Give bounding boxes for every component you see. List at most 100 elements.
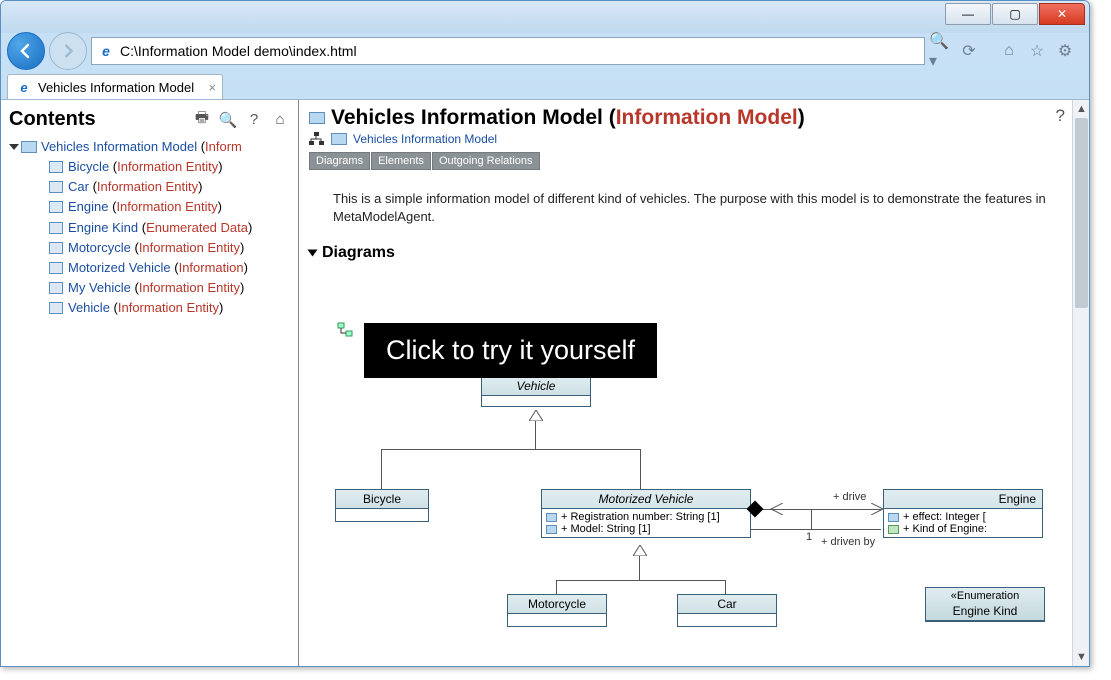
uml-enum-engine-kind[interactable]: «Enumeration Engine Kind (925, 587, 1045, 622)
folder-icon (309, 112, 325, 124)
address-bar[interactable]: e C:\Information Model demo\index.html (91, 37, 925, 65)
maximize-button[interactable]: ▢ (992, 3, 1038, 25)
close-button[interactable]: ✕ (1039, 3, 1085, 25)
tree-item[interactable]: Vehicle (Information Entity) (49, 298, 294, 318)
tree-item-type: Information Entity (116, 199, 217, 214)
page-title-type: Information Model (616, 106, 798, 129)
tree-item[interactable]: My Vehicle (Information Entity) (49, 278, 294, 298)
scroll-thumb[interactable] (1075, 118, 1088, 308)
entity-icon (49, 181, 63, 193)
tree-item-type: Enumerated Data (146, 220, 248, 235)
try-it-overlay[interactable]: Click to try it yourself (364, 323, 657, 378)
attribute-icon (546, 513, 557, 522)
uml-class-engine[interactable]: Engine + effect: Integer [ + Kind of Eng… (883, 489, 1043, 538)
minimize-button[interactable]: — (945, 3, 991, 25)
tree-root[interactable]: Vehicles Information Model (Inform (11, 137, 294, 157)
uml-class-bicycle[interactable]: Bicycle (335, 489, 429, 522)
entity-icon (49, 282, 63, 294)
entity-icon (49, 222, 63, 234)
tree-item-type: Information Entity (117, 159, 218, 174)
tree-item-name: Car (68, 179, 89, 194)
help-icon[interactable]: ? (244, 110, 264, 130)
entity-icon (49, 262, 63, 274)
sidebar: Contents 🖶 🔍 ? ⌂ Vehicles Information Mo… (1, 100, 299, 666)
expand-icon[interactable] (9, 144, 19, 150)
tree-item[interactable]: Engine (Information Entity) (49, 197, 294, 217)
tree-item-name: Bicycle (68, 159, 109, 174)
arrow-icon (769, 503, 783, 515)
uml-class-motorized-vehicle[interactable]: Motorized Vehicle + Registration number:… (541, 489, 751, 538)
sidebar-header: Contents 🖶 🔍 ? ⌂ (5, 106, 294, 137)
tree-root-label: Vehicles Information Model (41, 139, 197, 154)
attribute-icon (888, 525, 899, 534)
tab-vehicles-model[interactable]: e Vehicles Information Model × (7, 74, 223, 99)
tree-item[interactable]: Car (Information Entity) (49, 177, 294, 197)
tree-item-name: Engine (68, 199, 108, 214)
tree-item[interactable]: Motorized Vehicle (Information) (49, 258, 294, 278)
attribute-icon (546, 525, 557, 534)
tree-item-name: Engine Kind (68, 220, 138, 235)
back-button[interactable] (7, 32, 45, 70)
entity-icon (49, 242, 63, 254)
titlebar: — ▢ ✕ (1, 1, 1089, 33)
refresh-icon[interactable]: ⟳ (957, 39, 981, 63)
ie-icon: e (98, 43, 114, 59)
tree-item-name: Motorized Vehicle (68, 260, 171, 275)
home-icon[interactable]: ⌂ (997, 39, 1021, 63)
entity-icon (49, 302, 63, 314)
assoc-label-drives: + drive (833, 491, 866, 503)
tree-item-type: Information Entity (118, 300, 219, 315)
tree-item[interactable]: Bicycle (Information Entity) (49, 157, 294, 177)
gear-icon[interactable]: ⚙ (1053, 39, 1077, 63)
search-icon[interactable]: 🔍▾ (929, 39, 953, 63)
section-diagrams-button[interactable]: Diagrams (309, 152, 370, 170)
diagram-thumb-icon[interactable] (337, 322, 353, 338)
assoc-label-drivenby: + driven by (821, 536, 875, 548)
arrow-left-icon (17, 42, 35, 60)
diagrams-heading[interactable]: Diagrams (309, 244, 1075, 262)
tree-item[interactable]: Motorcycle (Information Entity) (49, 238, 294, 258)
entity-icon (49, 161, 63, 173)
generalization-icon (529, 410, 543, 421)
page-title: Vehicles Information Model (Information … (309, 106, 1075, 130)
scroll-up-icon[interactable]: ▲ (1076, 103, 1087, 115)
print-icon[interactable]: 🖶 (192, 110, 212, 130)
overlay-label: Click to try it yourself (386, 335, 635, 365)
window-controls: — ▢ ✕ (945, 3, 1085, 31)
tree-item-type: Information Entity (139, 280, 240, 295)
attribute-icon (888, 513, 899, 522)
tab-strip: e Vehicles Information Model × (1, 69, 1089, 99)
collapse-icon (308, 250, 318, 257)
section-elements-button[interactable]: Elements (371, 152, 431, 170)
help-icon[interactable]: ? (1056, 106, 1065, 126)
tab-label: Vehicles Information Model (38, 80, 194, 95)
uml-diagram: Vehicle Bicycle Motorized Vehicle + Regi… (331, 381, 1090, 661)
ie-icon: e (16, 79, 32, 95)
home-icon[interactable]: ⌂ (270, 110, 290, 130)
generalization-icon (633, 545, 647, 556)
section-buttons: Diagrams Elements Outgoing Relations (309, 152, 1075, 170)
tree-item-type: Information Entity (97, 179, 198, 194)
folder-icon (21, 141, 37, 153)
description-text: This is a simple information model of di… (309, 190, 1049, 226)
breadcrumb[interactable]: Vehicles Information Model (309, 132, 1075, 146)
uml-class-car[interactable]: Car (677, 594, 777, 627)
tab-close-icon[interactable]: × (209, 80, 217, 95)
tree-item-type: Information (179, 260, 244, 275)
uml-class-motorcycle[interactable]: Motorcycle (507, 594, 607, 627)
favorites-icon[interactable]: ☆ (1025, 39, 1049, 63)
tree-item[interactable]: Engine Kind (Enumerated Data) (49, 218, 294, 238)
tree-item-type: Information Entity (139, 240, 240, 255)
tree-root-type: Inform (205, 139, 242, 154)
uml-class-vehicle[interactable]: Vehicle (481, 376, 591, 407)
folder-icon (331, 133, 347, 145)
forward-button[interactable] (49, 32, 87, 70)
breadcrumb-label: Vehicles Information Model (353, 132, 497, 146)
arrow-right-icon (60, 43, 76, 59)
nav-tree: Vehicles Information Model (Inform Bicyc… (5, 137, 294, 318)
section-outgoing-button[interactable]: Outgoing Relations (432, 152, 540, 170)
hierarchy-icon (309, 132, 325, 146)
search-icon[interactable]: 🔍 (218, 110, 238, 130)
tree-children: Bicycle (Information Entity)Car (Informa… (11, 157, 294, 318)
sidebar-tools: 🖶 🔍 ? ⌂ (192, 110, 290, 130)
